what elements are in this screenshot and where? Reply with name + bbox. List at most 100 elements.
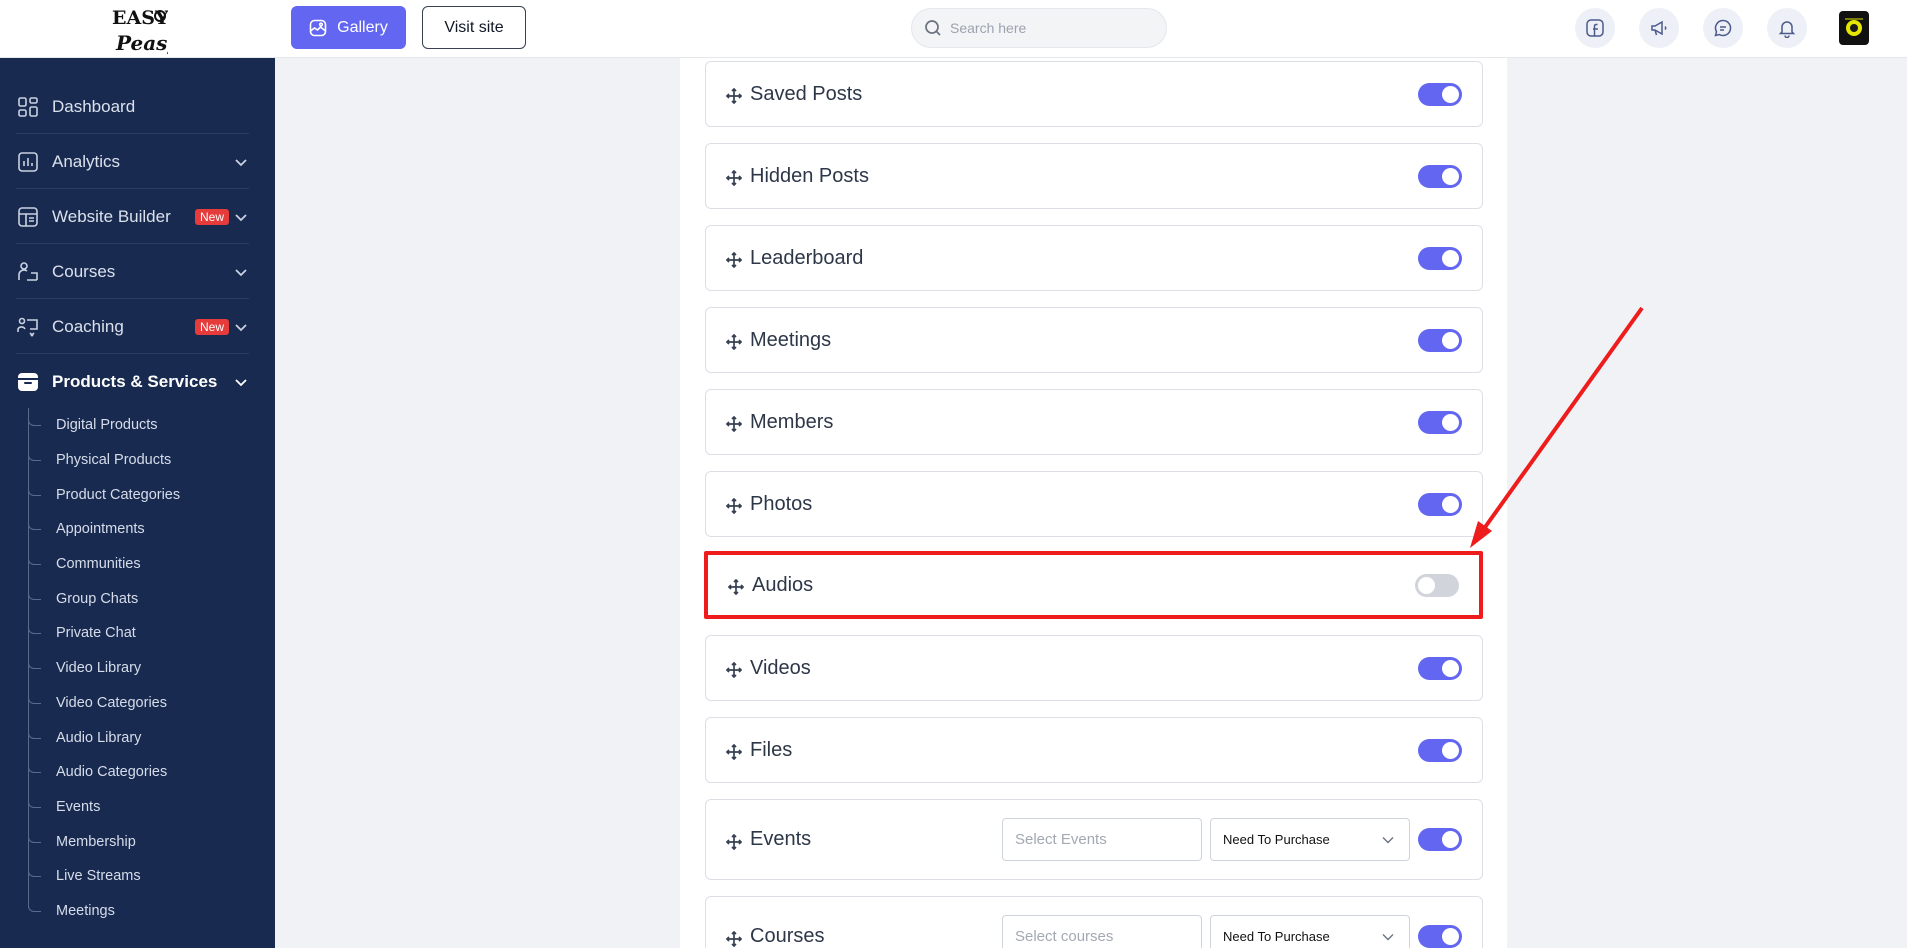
drag-handle-icon[interactable] <box>726 334 742 350</box>
visit-site-button[interactable]: Visit site <box>422 6 526 49</box>
access-type-select[interactable]: Need To Purchase <box>1210 818 1410 861</box>
access-type-select[interactable]: Need To Purchase <box>1210 915 1410 948</box>
widget-toggle[interactable] <box>1418 925 1462 948</box>
widget-toggle[interactable] <box>1418 246 1462 270</box>
submenu-item-physical-products[interactable]: Physical Products <box>0 443 275 478</box>
chevron-down-icon <box>235 378 247 386</box>
sidebar-item-website-builder[interactable]: Website Builder New <box>0 189 275 244</box>
widget-title: Videos <box>750 656 811 679</box>
widget-row-members: Members <box>705 389 1483 455</box>
drag-handle-icon[interactable] <box>726 744 742 760</box>
submenu-products-services: Digital Products Physical Products Produ… <box>0 408 275 928</box>
drag-handle-icon[interactable] <box>726 170 742 186</box>
bell-icon <box>1778 21 1796 38</box>
widget-toggle[interactable] <box>1418 492 1462 516</box>
select-events-input[interactable] <box>1002 818 1202 861</box>
search-box <box>911 8 1167 48</box>
widget-toggle[interactable] <box>1418 828 1462 851</box>
brand-logo: EASY Peasy <box>112 7 168 55</box>
layout-icon <box>16 205 40 229</box>
chevron-down-icon <box>235 213 247 221</box>
sidebar-item-label: Dashboard <box>52 96 136 116</box>
sidebar-item-analytics[interactable]: Analytics <box>0 134 275 189</box>
svg-text:Peasy: Peasy <box>115 31 168 55</box>
submenu-item-communities[interactable]: Communities <box>0 547 275 582</box>
submenu-item-events[interactable]: Events <box>0 790 275 825</box>
drag-handle-icon[interactable] <box>726 498 742 514</box>
widget-title: Events <box>750 828 812 850</box>
new-badge: New <box>194 208 229 225</box>
widget-title: Photos <box>750 492 813 515</box>
chat-icon <box>1714 19 1732 37</box>
submenu-item-membership[interactable]: Membership <box>0 824 275 859</box>
submenu-item-meetings[interactable]: Meetings <box>0 894 275 929</box>
chevron-down-icon <box>1382 933 1394 940</box>
chevron-down-icon <box>1382 836 1394 843</box>
widget-row-audios: Audios <box>704 551 1483 619</box>
drag-handle-icon[interactable] <box>726 252 742 268</box>
sidebar-item-label: Products & Services <box>52 371 218 391</box>
logo-area[interactable]: EASY Peasy <box>0 0 275 58</box>
sidebar-item-dashboard[interactable]: Dashboard <box>0 79 275 134</box>
widget-toggle[interactable] <box>1418 328 1462 352</box>
widget-row-leaderboard: Leaderboard <box>705 225 1483 291</box>
widget-title: Leaderboard <box>750 246 864 269</box>
notifications-button[interactable] <box>1767 8 1807 48</box>
widget-toggle[interactable] <box>1418 164 1462 188</box>
drag-handle-icon[interactable] <box>728 579 744 595</box>
drag-handle-icon[interactable] <box>726 662 742 678</box>
gallery-button[interactable]: Gallery <box>291 6 406 49</box>
chevron-down-icon <box>235 158 247 166</box>
submenu-item-group-chats[interactable]: Group Chats <box>0 581 275 616</box>
announcements-button[interactable] <box>1639 8 1679 48</box>
widget-title: Courses <box>750 925 825 947</box>
bar-chart-icon <box>16 150 40 174</box>
widget-title: Members <box>750 410 834 433</box>
submenu-item-live-streams[interactable]: Live Streams <box>0 859 275 894</box>
search-input[interactable] <box>950 20 1150 36</box>
drag-handle-icon[interactable] <box>726 416 742 432</box>
annotation-arrow <box>1470 306 1644 548</box>
person-at-desk-icon <box>16 260 40 284</box>
avatar-image <box>1845 18 1863 36</box>
submenu-item-digital-products[interactable]: Digital Products <box>0 408 275 443</box>
submenu-item-video-library[interactable]: Video Library <box>0 651 275 686</box>
sidebar-item-label: Courses <box>52 261 116 281</box>
widget-toggle[interactable] <box>1415 573 1459 597</box>
chevron-down-icon <box>235 268 247 276</box>
sidebar-item-products-services[interactable]: Products & Services <box>0 354 275 409</box>
widget-toggle[interactable] <box>1418 82 1462 106</box>
sidebar-item-courses[interactable]: Courses <box>0 244 275 299</box>
widget-toggle[interactable] <box>1418 656 1462 680</box>
sidebar-item-label: Website Builder <box>52 206 171 226</box>
select-courses-input[interactable] <box>1002 915 1202 948</box>
sidebar-item-coaching[interactable]: Coaching New <box>0 299 275 354</box>
widget-row-hidden-posts: Hidden Posts <box>705 143 1483 209</box>
submenu-item-audio-categories[interactable]: Audio Categories <box>0 755 275 790</box>
megaphone-icon <box>1651 20 1667 36</box>
widget-title: Audios <box>752 573 814 596</box>
drag-handle-icon[interactable] <box>726 930 742 947</box>
submenu-item-appointments[interactable]: Appointments <box>0 512 275 547</box>
submenu-item-private-chat[interactable]: Private Chat <box>0 616 275 651</box>
top-bar: Gallery Visit site <box>275 0 1907 58</box>
drag-handle-icon[interactable] <box>726 88 742 104</box>
sidebar: EASY Peasy Dashboard Analytics Website B… <box>0 0 275 948</box>
widget-row-saved-posts: Saved Posts <box>705 61 1483 127</box>
submenu-item-video-categories[interactable]: Video Categories <box>0 686 275 721</box>
widget-toggle[interactable] <box>1418 738 1462 762</box>
messages-button[interactable] <box>1703 8 1743 48</box>
widget-row-events: Events Need To Purchase <box>705 799 1483 880</box>
avatar[interactable] <box>1839 11 1869 45</box>
widget-toggle[interactable] <box>1418 410 1462 434</box>
widget-row-photos: Photos <box>705 471 1483 537</box>
facebook-button[interactable] <box>1575 8 1615 48</box>
drag-handle-icon[interactable] <box>726 833 742 850</box>
submenu-item-product-categories[interactable]: Product Categories <box>0 477 275 512</box>
widget-title: Files <box>750 738 793 761</box>
widget-row-courses: Courses Need To Purchase <box>705 896 1483 948</box>
submenu-item-audio-library[interactable]: Audio Library <box>0 720 275 755</box>
widget-title: Saved Posts <box>750 82 863 105</box>
new-badge: New <box>194 318 229 335</box>
sidebar-nav: Dashboard Analytics Website Builder New … <box>0 79 275 409</box>
